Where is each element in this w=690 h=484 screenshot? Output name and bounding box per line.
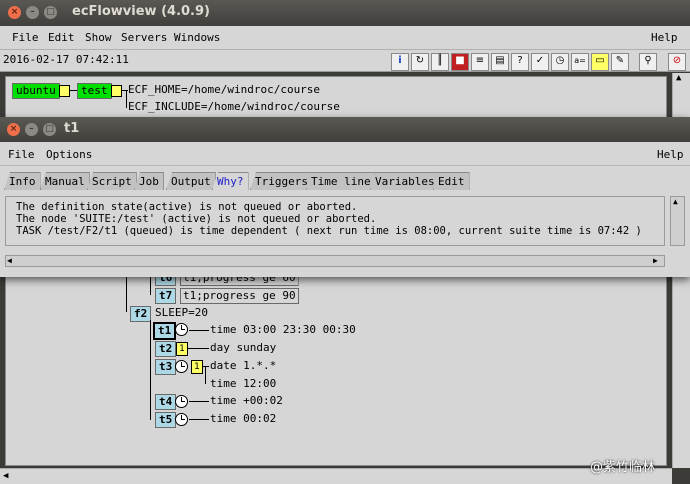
menu-windows[interactable]: Windows xyxy=(174,31,220,44)
suite-node[interactable]: test xyxy=(77,83,112,99)
scroll-left-icon[interactable]: ◀ xyxy=(7,254,12,268)
menu-show[interactable]: Show xyxy=(85,31,112,44)
connector xyxy=(189,401,209,402)
maximize-icon[interactable]: □ xyxy=(44,6,57,19)
scroll-left-icon[interactable]: ◀ xyxy=(3,469,8,483)
question-icon[interactable]: ? xyxy=(511,53,529,71)
menu-servers[interactable]: Servers xyxy=(121,31,167,44)
main-titlebar: × – □ ecFlowview (4.0.9) xyxy=(0,0,690,26)
connector xyxy=(150,277,151,295)
tab-triggers[interactable]: Triggers xyxy=(250,172,313,190)
var-ecf-include: ECF_INCLUDE=/home/windroc/course xyxy=(128,100,340,113)
close-icon[interactable]: × xyxy=(8,6,21,19)
t4-time: time +00:02 xyxy=(210,394,283,407)
t1-horizontal-scrollbar[interactable]: ◀ ▶ xyxy=(5,255,665,267)
connector xyxy=(126,277,127,312)
f2-var: SLEEP=20 xyxy=(155,306,208,319)
connector xyxy=(189,419,209,420)
task-t5[interactable]: t5 xyxy=(155,412,177,428)
stop-icon[interactable]: ⊘ xyxy=(668,53,686,71)
clock-icon xyxy=(175,360,188,373)
tab-script[interactable]: Script xyxy=(87,172,137,190)
menu-file[interactable]: File xyxy=(12,31,39,44)
why-message: The node 'SUITE:/test' (active) is not q… xyxy=(16,213,377,225)
note-icon[interactable]: ▭ xyxy=(591,53,609,71)
minimize-icon[interactable]: – xyxy=(25,123,38,136)
t1-window: × – □ t1 File Options Help Info Manual S… xyxy=(0,117,690,277)
t1-title: t1 xyxy=(64,121,80,136)
t1-titlebar: × – □ t1 xyxy=(0,117,690,142)
var-ecf-home: ECF_HOME=/home/windroc/course xyxy=(128,83,321,96)
scroll-up-icon[interactable]: ▲ xyxy=(673,195,678,209)
menu-help[interactable]: Help xyxy=(651,31,678,44)
scroll-up-icon[interactable]: ▲ xyxy=(676,71,681,85)
t1-tab-bar: Info Manual Script Job Output Why? Trigg… xyxy=(0,169,690,191)
t7-trigger: t1;progress ge 90 xyxy=(180,288,299,304)
tab-output[interactable]: Output xyxy=(166,172,216,190)
connector xyxy=(126,90,127,108)
maximize-icon[interactable]: □ xyxy=(43,123,56,136)
connector xyxy=(188,348,209,349)
check-icon[interactable]: ✓ xyxy=(531,53,549,71)
watermark: @紫竹临林 xyxy=(590,460,656,475)
window-title: ecFlowview (4.0.9) xyxy=(72,4,210,19)
t1-time: time 03:00 23:30 00:30 xyxy=(210,323,356,336)
task-t2[interactable]: t2 xyxy=(155,341,177,357)
connector xyxy=(150,320,151,420)
menu-edit[interactable]: Edit xyxy=(48,31,75,44)
task-t7[interactable]: t7 xyxy=(155,288,177,304)
task-t3[interactable]: t3 xyxy=(155,359,177,375)
tab-variables[interactable]: Variables xyxy=(370,172,440,190)
refresh-icon[interactable]: ↻ xyxy=(411,53,429,71)
info-icon[interactable]: i xyxy=(391,53,409,71)
connector xyxy=(205,366,206,384)
t2-day: day sunday xyxy=(210,341,277,354)
columns-icon[interactable]: ║ xyxy=(431,53,449,71)
search-icon[interactable]: ⚲ xyxy=(639,53,657,71)
edit-icon[interactable]: ✎ xyxy=(611,53,629,71)
doc-icon[interactable]: ▤ xyxy=(491,53,509,71)
minimize-icon[interactable]: – xyxy=(26,6,39,19)
t1-menu-file[interactable]: File xyxy=(8,148,35,161)
t1-menu-help[interactable]: Help xyxy=(657,148,684,161)
note-icon xyxy=(59,85,70,97)
why-message: The definition state(active) is not queu… xyxy=(16,201,358,213)
clock-icon xyxy=(175,323,188,336)
timestamp: 2016-02-17 07:42:11 xyxy=(3,53,129,66)
connector xyxy=(189,330,209,331)
task-t4[interactable]: t4 xyxy=(155,394,177,410)
t5-time: time 00:02 xyxy=(210,412,277,425)
server-node[interactable]: ubuntu xyxy=(12,83,60,99)
task-t1[interactable]: t1 xyxy=(153,322,177,340)
clock-icon[interactable]: ◷ xyxy=(551,53,569,71)
why-message: TASK /test/F2/t1 (queued) is time depend… xyxy=(16,225,642,237)
tab-why[interactable]: Why? xyxy=(212,172,249,190)
clock-icon xyxy=(175,395,188,408)
tab-time-line[interactable]: Time line xyxy=(306,172,376,190)
equal-icon[interactable]: a= xyxy=(571,53,589,71)
t1-menu-options[interactable]: Options xyxy=(46,148,92,161)
scroll-right-icon[interactable]: ▶ xyxy=(653,254,658,268)
tab-info[interactable]: Info xyxy=(4,172,41,190)
connector xyxy=(203,366,209,367)
tab-edit[interactable]: Edit xyxy=(433,172,470,190)
date-badge-icon: 1 xyxy=(176,342,188,356)
why-text-area[interactable]: The definition state(active) is not queu… xyxy=(5,196,665,246)
t3-time: time 12:00 xyxy=(210,377,277,390)
close-icon[interactable]: × xyxy=(7,123,20,136)
main-toolbar: 2016-02-17 07:42:11 i ↻ ║ ■ ≡ ▤ ? ✓ ◷ a=… xyxy=(0,50,690,72)
tab-manual[interactable]: Manual xyxy=(40,172,90,190)
tab-job[interactable]: Job xyxy=(134,172,164,190)
date-badge-icon: 1 xyxy=(191,360,203,374)
t1-vertical-scrollbar[interactable]: ▲ xyxy=(670,196,685,246)
t1-menubar: File Options Help xyxy=(0,142,690,166)
main-horizontal-scrollbar[interactable]: ◀ xyxy=(0,468,672,484)
t3-date: date 1.*.* xyxy=(210,359,277,372)
list-icon[interactable]: ≡ xyxy=(471,53,489,71)
clock-icon xyxy=(175,413,188,426)
main-menubar: File Edit Show Servers Windows Help xyxy=(0,26,690,50)
note-icon xyxy=(111,85,122,97)
status-icon[interactable]: ■ xyxy=(451,53,469,71)
family-f2[interactable]: f2 xyxy=(130,306,152,322)
